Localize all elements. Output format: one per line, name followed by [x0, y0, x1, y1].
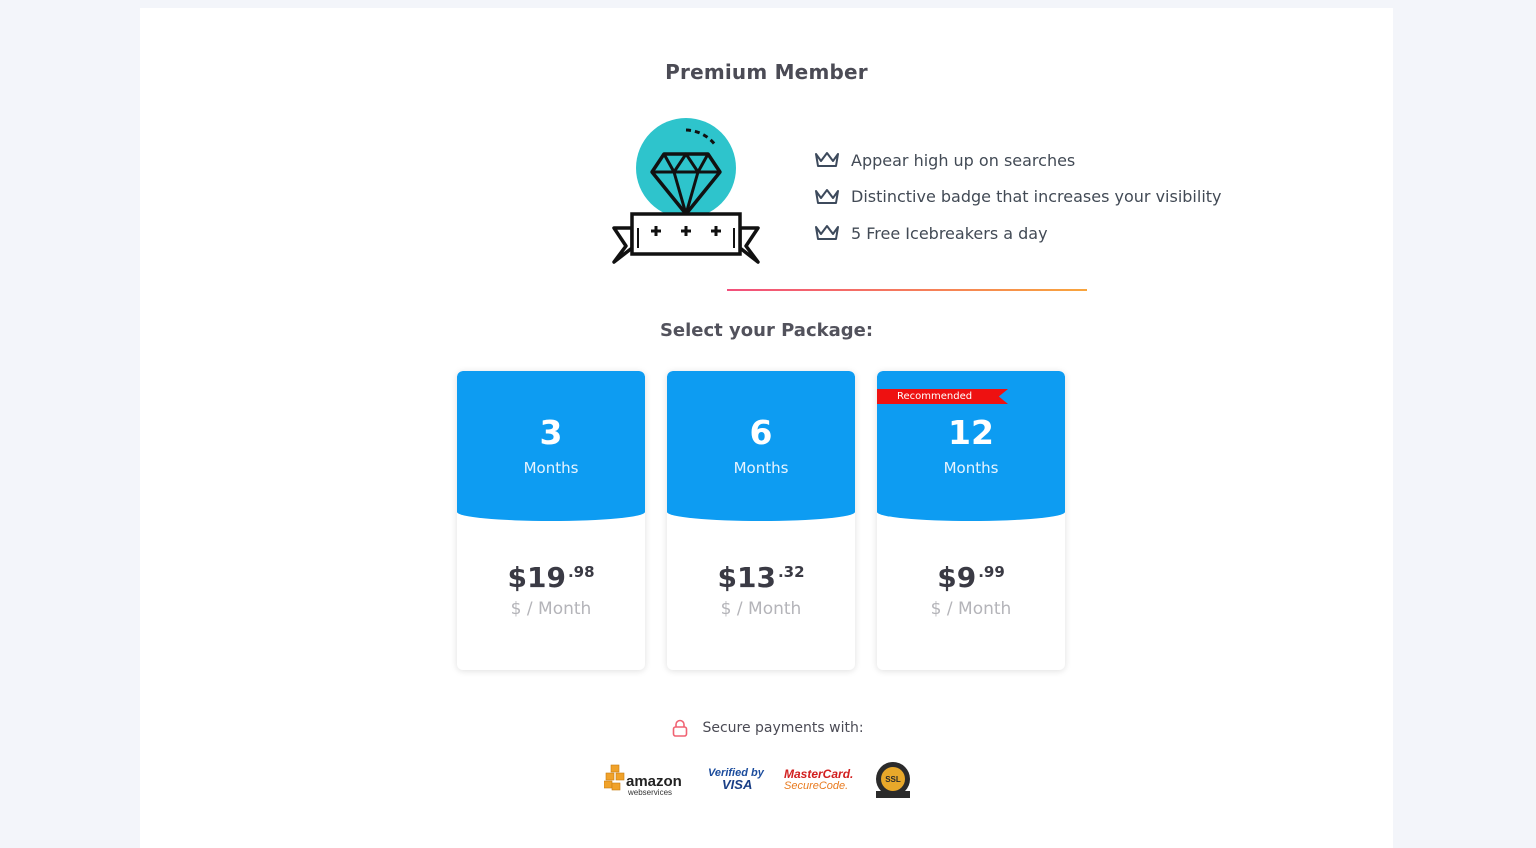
secure-payments: Secure payments with: [0, 719, 1536, 737]
package-heading: Select your Package: [659, 320, 874, 341]
aws-cubes-icon [604, 764, 625, 791]
lock-icon [673, 719, 688, 737]
diamond-badge-icon [612, 118, 760, 264]
price-per-month: $ / Month [720, 599, 802, 619]
price-cents: .32 [777, 563, 805, 581]
payment-logos: amazon webservices Verified by VISA Mast… [604, 761, 924, 801]
package-duration: 6 [749, 413, 773, 452]
price-main: $19 [507, 561, 566, 594]
price-cents: .98 [567, 563, 595, 581]
package-card-12-months[interactable]: Recommended 12 Months $9.99 $ / Month [877, 371, 1065, 670]
aws-subtext: webservices [628, 788, 673, 797]
ssl-certified-badge-icon: SSL [876, 762, 910, 798]
features-list: Appear high up on searches Distinctive b… [814, 142, 1222, 252]
mastercard-securecode-logo: MasterCard. SecureCode. [784, 767, 854, 797]
package-unit: Months [523, 459, 579, 477]
price-per-month: $ / Month [930, 599, 1012, 619]
crown-icon [815, 225, 839, 241]
feature-text: Distinctive badge that increases your vi… [851, 187, 1222, 207]
price-main: $9 [937, 561, 977, 594]
package-duration: 12 [948, 413, 994, 452]
package-price: $13.32 [667, 561, 855, 594]
package-card-3-months[interactable]: 3 Months $19.98 $ / Month [457, 371, 645, 670]
package-duration: 3 [539, 413, 563, 452]
secure-payments-text: Secure payments with: [702, 720, 864, 736]
price-main: $13 [717, 561, 776, 594]
package-price: $9.99 [877, 561, 1065, 594]
feature-text: 5 Free Icebreakers a day [851, 223, 1048, 243]
gradient-divider [727, 289, 1087, 291]
crown-icon [815, 188, 839, 204]
crown-icon [815, 152, 839, 168]
package-price: $19.98 [457, 561, 645, 594]
recommended-ribbon: Recommended [877, 389, 1008, 404]
price-cents: .99 [978, 563, 1005, 581]
feature-item: 5 Free Icebreakers a day [814, 215, 1222, 252]
verified-by-visa-logo: Verified by VISA [708, 767, 768, 797]
package-unit: Months [733, 459, 789, 477]
package-card-6-months[interactable]: 6 Months $13.32 $ / Month [667, 371, 855, 670]
feature-item: Appear high up on searches [814, 142, 1222, 179]
svg-text:SSL: SSL [885, 775, 901, 784]
feature-item: Distinctive badge that increases your vi… [814, 179, 1222, 216]
feature-text: Appear high up on searches [851, 150, 1076, 170]
package-unit: Months [943, 459, 999, 477]
visa-line2: VISA [722, 777, 753, 792]
mastercard-line2: SecureCode. [784, 780, 849, 792]
page-title: Premium Member [665, 60, 868, 84]
price-per-month: $ / Month [510, 599, 592, 619]
mastercard-line1: MasterCard. [784, 767, 854, 781]
aws-logo: amazon webservices [604, 764, 688, 798]
